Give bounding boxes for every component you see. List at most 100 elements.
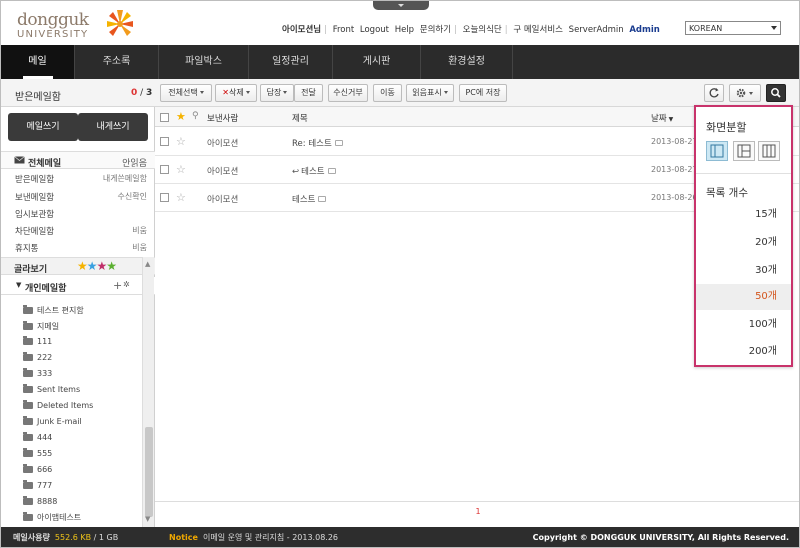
save-to-pc-button[interactable]: PC에 저장 (459, 84, 507, 102)
folder-item[interactable]: 테스트 편지함 (23, 305, 84, 316)
search-button[interactable] (766, 84, 786, 102)
row-checkbox[interactable] (160, 165, 169, 174)
yellow-star-icon[interactable]: ★ (77, 259, 88, 273)
folder-item[interactable]: 666 (23, 464, 52, 474)
link-old-mail[interactable]: 구 메일서비스 (513, 25, 563, 35)
folder-label: 아이맵테스트 (37, 513, 82, 522)
scrollbar-thumb[interactable] (145, 427, 153, 517)
scroll-up-icon[interactable]: ▲ (145, 260, 150, 268)
star-icon[interactable]: ☆ (176, 136, 186, 147)
sidebar-empty-blocked[interactable]: 비움 (81, 225, 147, 236)
write-self-button[interactable]: 내게쓰기 (78, 113, 148, 141)
folder-item[interactable]: 777 (23, 480, 52, 490)
row-checkbox[interactable] (160, 193, 169, 202)
layout-horizontal-split-button[interactable] (733, 141, 755, 161)
total-count[interactable]: 3 (146, 88, 152, 98)
sidebar-scrollbar[interactable]: ▲ ▼ (142, 257, 154, 527)
sidebar-empty-trash[interactable]: 비움 (81, 242, 147, 253)
list-count-option-selected[interactable]: 50개 (696, 284, 791, 310)
tab-address-book[interactable]: 주소록 (75, 45, 159, 79)
list-count-option[interactable]: 100개 (696, 312, 791, 338)
folder-item[interactable]: 111 (23, 336, 52, 346)
delete-button[interactable]: ✕삭제 (215, 84, 257, 102)
row-checkbox[interactable] (160, 137, 169, 146)
sidebar-item-inbox[interactable]: 받은메일함 (15, 173, 54, 185)
link-front[interactable]: Front (333, 25, 355, 35)
scroll-down-icon[interactable]: ▼ (145, 515, 150, 523)
select-all-button[interactable]: 전체선택 (160, 84, 212, 102)
link-logout[interactable]: Logout (360, 25, 389, 35)
sidebar-item-sent[interactable]: 보낸메일함 (15, 191, 54, 203)
tab-schedule[interactable]: 일정관리 (249, 45, 333, 79)
tab-board[interactable]: 게시판 (333, 45, 421, 79)
star-icon: ★ (176, 110, 186, 123)
notice-link[interactable]: 이메일 운영 및 관리지침 - 2013.08.26 (203, 527, 338, 547)
folder-item[interactable]: 555 (23, 448, 52, 458)
column-from[interactable]: 보낸사람 (207, 112, 238, 124)
collapse-header-handle[interactable] (373, 1, 429, 10)
folder-item[interactable]: 222 (23, 352, 52, 362)
row-subject[interactable]: 테스트 (292, 193, 327, 205)
unread-filter-link[interactable]: 안읽음 (111, 156, 147, 169)
sidebar-item-trash[interactable]: 휴지통 (15, 242, 38, 254)
tab-mail[interactable]: 메일 (1, 45, 75, 79)
column-subject[interactable]: 제목 (292, 112, 308, 124)
gear-icon[interactable]: ✲ (123, 280, 130, 289)
chevron-down-icon (771, 26, 777, 30)
green-star-icon[interactable]: ★ (106, 259, 117, 273)
folder-icon (23, 305, 33, 314)
layout-no-split-button[interactable] (706, 141, 728, 161)
row-subject[interactable]: ↩ 테스트 (292, 165, 336, 177)
tab-filebox[interactable]: 파일박스 (159, 45, 249, 79)
folder-item[interactable]: 아이맵테스트 (23, 512, 81, 523)
reply-button[interactable]: 답장 (260, 84, 294, 102)
settings-button[interactable] (729, 84, 761, 102)
sidebar-link-self-mailbox[interactable]: 내게쓴메일함 (81, 173, 147, 184)
list-count-option[interactable]: 200개 (696, 339, 791, 365)
folder-label: Deleted Items (37, 401, 94, 410)
move-button[interactable]: 이동 (373, 84, 402, 102)
sidebar-item-blocked[interactable]: 차단메일함 (15, 225, 54, 237)
quota-total: 1 GB (98, 533, 119, 542)
logo[interactable]: dongguk UNIVERSITY (17, 10, 157, 42)
link-serveradmin[interactable]: ServerAdmin (569, 25, 624, 35)
folder-item[interactable]: Deleted Items (23, 400, 94, 410)
sidebar-link-read-receipt[interactable]: 수신확인 (81, 191, 147, 202)
folder-icon (23, 321, 33, 330)
list-count-option[interactable]: 20개 (696, 230, 791, 256)
folder-item[interactable]: 지메일 (23, 321, 59, 332)
refresh-button[interactable] (704, 84, 724, 102)
add-folder-icon[interactable]: + (113, 279, 122, 292)
write-mail-button[interactable]: 메일쓰기 (8, 113, 78, 141)
list-count-option[interactable]: 15개 (696, 202, 791, 228)
block-sender-button[interactable]: 수신거부 (328, 84, 368, 102)
layout-vertical-split-button[interactable] (758, 141, 780, 161)
folder-item[interactable]: 8888 (23, 496, 57, 506)
star-icon[interactable]: ☆ (176, 192, 186, 203)
user-name[interactable]: 아이모션님 (282, 25, 321, 35)
link-help[interactable]: Help (395, 25, 414, 35)
tab-settings[interactable]: 환경설정 (421, 45, 513, 79)
red-star-icon[interactable]: ★ (97, 259, 108, 273)
folder-item[interactable]: 444 (23, 432, 52, 442)
folder-item[interactable]: Sent Items (23, 384, 81, 394)
language-select[interactable]: KOREAN (685, 21, 781, 35)
list-count-option[interactable]: 30개 (696, 258, 791, 284)
all-mail-row[interactable]: 전체메일 안읽음 (1, 151, 155, 169)
personal-folders-header[interactable]: ▼ 개인메일함 + ✲ (1, 277, 155, 295)
sidebar-item-drafts[interactable]: 임시보관함 (15, 208, 54, 220)
select-all-checkbox[interactable] (160, 113, 169, 122)
link-menu[interactable]: 오늘의식단 (463, 25, 502, 35)
mark-read-button[interactable]: 읽음표시 (406, 84, 454, 102)
folder-item[interactable]: Junk E-mail (23, 416, 82, 426)
folder-item[interactable]: 333 (23, 368, 52, 378)
row-subject[interactable]: Re: 테스트 (292, 137, 343, 149)
star-icon[interactable]: ☆ (176, 164, 186, 175)
forward-button[interactable]: 전달 (294, 84, 323, 102)
page-number-current[interactable]: 1 (475, 507, 480, 516)
folder-label: Sent Items (37, 385, 81, 394)
column-date[interactable]: 날짜 ▼ (651, 112, 673, 124)
link-admin[interactable]: Admin (629, 25, 660, 35)
blue-star-icon[interactable]: ★ (87, 259, 98, 273)
link-inquiry[interactable]: 문의하기 (420, 25, 451, 35)
